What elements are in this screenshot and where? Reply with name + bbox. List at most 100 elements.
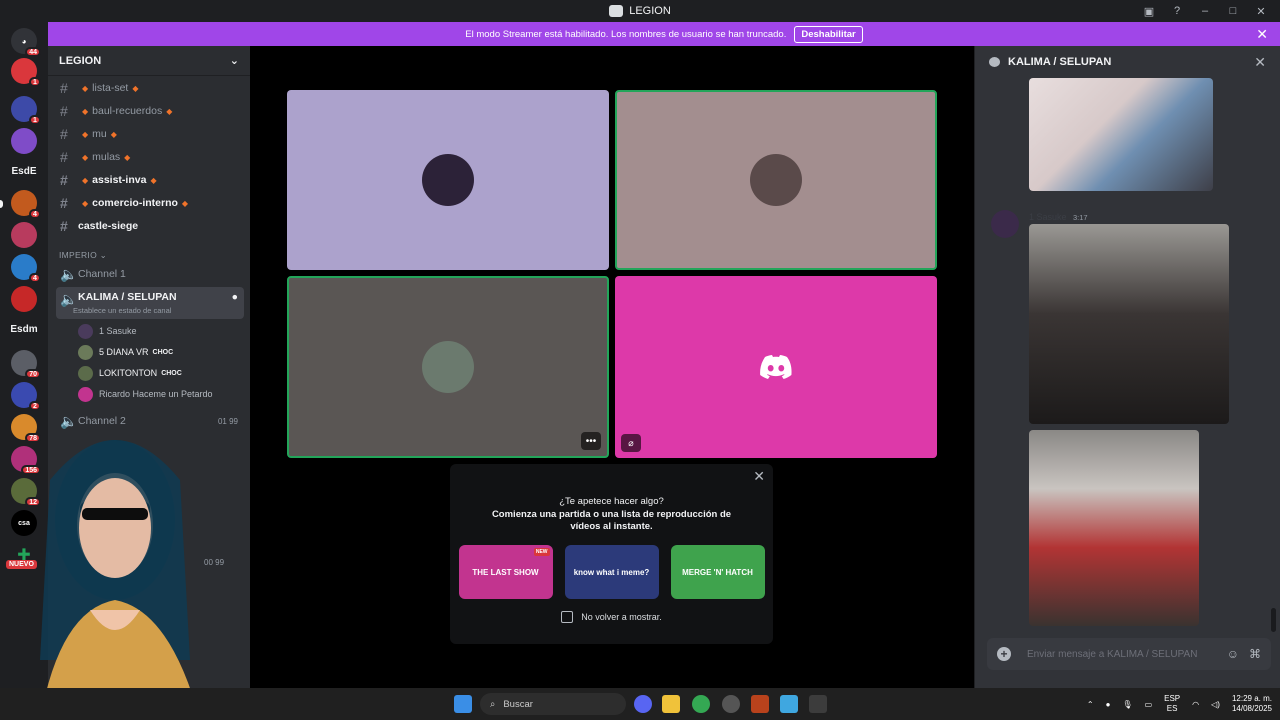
server-icon-2[interactable]: 1 (11, 58, 41, 87)
minimize-button[interactable]: – (1198, 5, 1212, 17)
video-tile[interactable] (615, 90, 937, 270)
server-icon-9[interactable] (11, 286, 37, 312)
microphone-icon[interactable]: 🎙 (1122, 700, 1132, 709)
avatar (422, 154, 474, 206)
chrome-icon[interactable] (692, 695, 710, 713)
discord-taskbar-icon[interactable] (634, 695, 652, 713)
chat-header: KALIMA / SELUPAN ✕ (975, 46, 1280, 78)
activity-popup: ✕ ¿Te apetece hacer algo? Comienza una p… (450, 464, 773, 644)
voice-user[interactable]: 5 DIANA VR CHOC (78, 343, 173, 361)
channel-castle-siege[interactable]: # castle-siege (56, 216, 244, 236)
server-text-esdm[interactable]: Esdm (4, 324, 44, 335)
server-icon-vox[interactable]: 1 (11, 96, 41, 125)
wifi-icon[interactable]: ◠ (1192, 700, 1199, 709)
help-icon[interactable]: ? (1170, 5, 1184, 17)
video-tile[interactable]: ••• (287, 276, 609, 458)
chevron-up-icon[interactable]: ⌃ (1087, 700, 1094, 709)
server-name: LEGION (59, 54, 102, 67)
server-list: ◕ 44 1 1 EsdE 4 4 Esdm 70 2 78 156 12 cs… (0, 22, 48, 688)
activity-card[interactable]: THE LAST SHOW NEW (458, 545, 553, 599)
start-icon[interactable] (454, 695, 472, 713)
server-icon-4[interactable] (11, 128, 37, 154)
chat-bubble-icon[interactable]: ● (232, 291, 238, 303)
close-window-button[interactable]: ✕ (1254, 5, 1268, 18)
muted-icon: ⌀ (621, 434, 641, 452)
search-icon: ⌕ (490, 698, 496, 710)
channel-assist-inva[interactable]: # ◆ assist-inva ◆ (56, 170, 244, 190)
banner-text: El modo Streamer está habilitado. Los no… (465, 28, 787, 40)
clock[interactable]: 12:29 a. m. 14/08/2025 (1232, 694, 1272, 714)
chat-bubble-icon (989, 57, 1000, 67)
server-icon-13[interactable]: 78 (11, 414, 41, 443)
channel-baul-recuerdos[interactable]: # ◆ baul-recuerdos ◆ (56, 101, 244, 121)
server-icon-15[interactable]: 12 (11, 478, 41, 507)
volume-icon[interactable]: ◁) (1211, 700, 1220, 709)
server-icon-12[interactable]: 2 (11, 382, 41, 411)
voice-channel-kalima[interactable]: 🔈 KALIMA / SELUPAN ● Establece un estado … (56, 287, 244, 319)
image-attachment[interactable] (1029, 78, 1213, 191)
server-icon-14[interactable]: 156 (11, 446, 41, 475)
attach-button[interactable]: + (997, 647, 1011, 661)
server-icon-7[interactable] (11, 222, 37, 248)
channel-status[interactable]: Establece un estado de canal (73, 306, 171, 315)
activity-card[interactable]: MERGE 'N' HATCH (670, 545, 765, 599)
disable-streamer-button[interactable]: Deshabilitar (794, 25, 863, 43)
chat-input[interactable]: + Enviar mensaje a KALIMA / SELUPAN ☺ ⌘ (987, 638, 1271, 670)
obs-icon[interactable] (809, 695, 827, 713)
call-area: ••• ⌀ ✕ ¿Te apetece hacer algo? Comienza… (250, 46, 974, 688)
voice-channel-2[interactable]: 🔈 Channel 2 01 99 (56, 411, 244, 431)
notepad-icon[interactable] (780, 695, 798, 713)
taskbar-search[interactable]: ⌕ Buscar (480, 693, 626, 715)
server-icon-8[interactable]: 4 (11, 254, 41, 283)
voice-user[interactable]: Ricardo Haceme un Petardo (78, 385, 213, 403)
chat-scrollbar[interactable] (1271, 608, 1276, 632)
close-icon[interactable]: ✕ (753, 468, 765, 485)
image-attachment[interactable] (1029, 430, 1199, 626)
gamepad-icon[interactable]: ⌘ (1249, 647, 1261, 661)
tray-app-icon[interactable]: ● (1106, 700, 1111, 709)
video-tile[interactable]: ⌀ (615, 276, 937, 458)
channel-sidebar: LEGION ⌄ # ◆ lista-set ◆ # ◆ baul-recuerdos ◆ … (48, 46, 250, 688)
message-author[interactable]: 1 Sasuke (1029, 212, 1067, 222)
system-tray: ⌃ ● 🎙 ▭ ESP ES ◠ ◁) 12:29 a. m. 14/08/2025 (1087, 688, 1272, 720)
category-imperio[interactable]: IMPERIO ⌄ (59, 250, 107, 261)
folder-icon[interactable] (662, 695, 680, 713)
voice-user[interactable]: LOKITONTON CHOC (78, 364, 182, 382)
activity-card[interactable]: know what i meme? (564, 545, 659, 599)
image-attachment[interactable] (1029, 224, 1229, 424)
chevron-down-icon: ⌄ (229, 55, 239, 67)
video-tile[interactable] (287, 90, 609, 270)
emoji-icon[interactable]: ☺ (1227, 647, 1239, 661)
app-logo-icon (609, 5, 624, 17)
server-text-esde[interactable]: EsdE (4, 166, 44, 177)
avatar[interactable] (991, 210, 1019, 238)
avatar (78, 365, 93, 381)
inbox-icon[interactable]: ▣ (1142, 5, 1156, 18)
window-title: LEGION (629, 5, 671, 17)
dont-show-again[interactable]: No volver a mostrar. (450, 611, 773, 623)
server-icon-6[interactable]: 4 (11, 190, 41, 219)
streamer-mode-banner: El modo Streamer está habilitado. Los no… (48, 22, 1280, 46)
server-icon-11[interactable]: 70 (11, 350, 41, 379)
direct-messages-button[interactable]: ◕ 44 (11, 28, 41, 57)
chat-input-placeholder[interactable]: Enviar mensaje a KALIMA / SELUPAN (1027, 649, 1197, 660)
voice-user[interactable]: 1 Sasuke (78, 322, 137, 340)
close-icon[interactable]: ✕ (1256, 26, 1268, 43)
checkbox[interactable] (561, 611, 574, 623)
app-icon[interactable] (722, 695, 740, 713)
channel-mu[interactable]: # ◆ mu ◆ (56, 124, 244, 144)
voice-channel-1[interactable]: 🔈 Channel 1 (56, 264, 244, 284)
language-indicator[interactable]: ESP ES (1164, 694, 1180, 714)
close-icon[interactable]: ✕ (1254, 54, 1266, 71)
network-icon[interactable]: ▭ (1145, 700, 1153, 709)
maximize-button[interactable]: □ (1226, 5, 1240, 17)
server-icon-csa[interactable]: csa (11, 510, 37, 536)
more-options-button[interactable]: ••• (581, 432, 601, 450)
speaker-icon: 🔈 (60, 291, 78, 307)
server-header[interactable]: LEGION ⌄ (48, 46, 250, 76)
channel-comercio-interno[interactable]: # ◆ comercio-interno ◆ (56, 193, 244, 213)
channel-mulas[interactable]: # ◆ mulas ◆ (56, 147, 244, 167)
game-icon[interactable] (751, 695, 769, 713)
channel-lista-set[interactable]: # ◆ lista-set ◆ (56, 78, 244, 98)
hash-icon: # (60, 80, 68, 96)
